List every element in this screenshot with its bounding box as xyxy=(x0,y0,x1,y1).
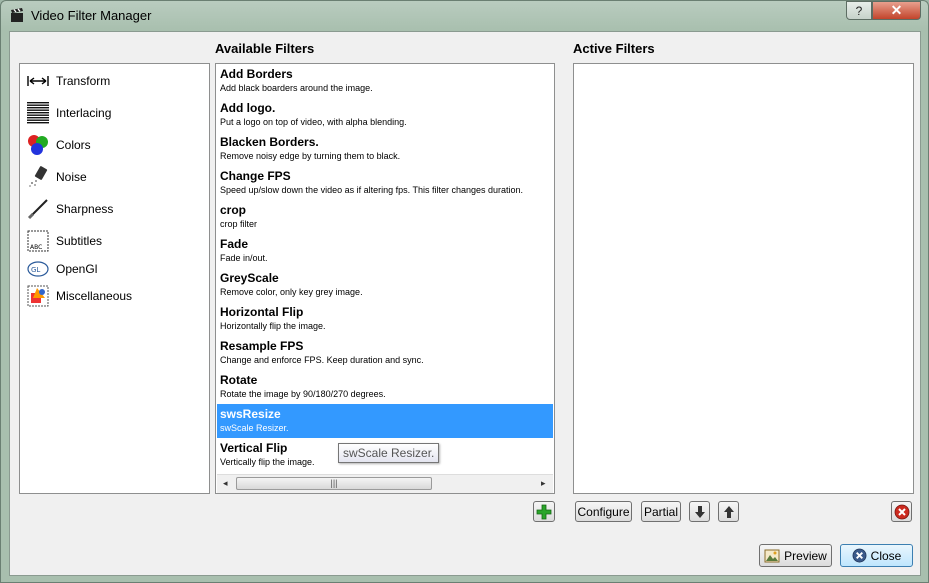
miscellaneous-icon xyxy=(26,284,50,308)
filter-description: Remove color, only key grey image. xyxy=(220,287,363,297)
filter-name: Add Borders xyxy=(220,67,293,81)
filter-name: GreyScale xyxy=(220,271,279,285)
category-miscellaneous[interactable]: Miscellaneous xyxy=(26,283,132,309)
category-subtitles[interactable]: ABC Subtitles xyxy=(26,228,102,254)
window-title: Video Filter Manager xyxy=(31,8,152,23)
active-filters-list[interactable] xyxy=(573,63,914,494)
preview-button[interactable]: Preview xyxy=(759,544,832,567)
horizontal-scrollbar[interactable]: ◂ ||| ▸ xyxy=(217,474,553,493)
filter-description: swScale Resizer. xyxy=(220,423,289,433)
filter-name: Rotate xyxy=(220,373,258,387)
filter-name: Resample FPS xyxy=(220,339,304,353)
available-filters-list[interactable]: Vertical Flip Vertically flip the image. s… xyxy=(215,63,555,494)
category-label: Noise xyxy=(56,170,87,184)
clapperboard-icon xyxy=(11,8,23,22)
configure-button[interactable]: Configure xyxy=(575,501,632,522)
filter-item[interactable]: swsResize swScale Resizer. xyxy=(217,404,553,438)
filter-description: Add black boarders around the image. xyxy=(220,83,373,93)
filter-description: Change and enforce FPS. Keep duration an… xyxy=(220,355,424,365)
remove-filter-button[interactable] xyxy=(891,501,912,522)
partial-button[interactable]: Partial xyxy=(641,501,681,522)
filter-name: Add logo. xyxy=(220,101,276,115)
category-label: Transform xyxy=(56,74,111,88)
active-filters-heading: Active Filters xyxy=(573,41,655,56)
help-button[interactable]: ? xyxy=(846,1,872,20)
arrow-down-icon xyxy=(694,505,705,518)
filter-description: Rotate the image by 90/180/270 degrees. xyxy=(220,389,386,399)
filter-description: Fade in/out. xyxy=(220,253,268,263)
filter-item[interactable]: Resample FPS Change and enforce FPS. Keep… xyxy=(217,336,553,370)
close-button[interactable]: Close xyxy=(840,544,913,567)
category-transform[interactable]: Transform xyxy=(26,68,110,94)
category-label: Colors xyxy=(56,138,91,152)
move-up-button[interactable] xyxy=(718,501,739,522)
svg-text:GL: GL xyxy=(31,266,40,274)
filter-item[interactable]: Fade Fade in/out. xyxy=(217,234,553,268)
close-button-label: Close xyxy=(870,548,902,563)
category-label: OpenGl xyxy=(56,262,98,276)
sharpness-icon xyxy=(26,197,50,221)
category-label: Interlacing xyxy=(56,106,112,120)
filter-item[interactable]: crop crop filter xyxy=(217,200,553,234)
title-bar[interactable]: Video Filter Manager ? ✕ xyxy=(1,1,928,31)
colors-icon xyxy=(26,133,50,157)
category-label: Miscellaneous xyxy=(56,289,133,303)
scrollbar-thumb[interactable]: ||| xyxy=(236,477,432,490)
scroll-left-arrow-icon[interactable]: ◂ xyxy=(223,478,228,489)
svg-text:ABC: ABC xyxy=(30,244,42,251)
add-plus-icon xyxy=(536,504,552,519)
filter-item[interactable]: Add Borders Add black boarders around the… xyxy=(217,64,553,98)
filter-name: Fade xyxy=(220,237,249,251)
category-noise[interactable]: Noise xyxy=(26,164,87,190)
subtitles-icon: ABC xyxy=(26,229,50,253)
filter-name: Change FPS xyxy=(220,169,291,183)
noise-icon xyxy=(26,165,50,189)
arrow-up-icon xyxy=(723,505,734,518)
category-label: Sharpness xyxy=(56,202,114,216)
remove-x-icon xyxy=(894,504,909,519)
preview-button-label: Preview xyxy=(784,548,827,563)
video-filter-manager-window: Video Filter Manager ? ✕ Available Filte… xyxy=(0,0,929,583)
opengl-icon: GL xyxy=(26,257,50,281)
close-circle-icon xyxy=(852,548,867,563)
filter-item[interactable]: GreyScale Remove color, only key grey ima… xyxy=(217,268,553,302)
category-sharpness[interactable]: Sharpness xyxy=(26,196,113,222)
available-filters-heading: Available Filters xyxy=(215,41,315,56)
transform-icon xyxy=(26,69,50,93)
filter-item[interactable]: Blacken Borders. Remove noisy edge by tur… xyxy=(217,132,553,166)
add-filter-button[interactable] xyxy=(533,501,555,522)
move-down-button[interactable] xyxy=(689,501,710,522)
category-label: Subtitles xyxy=(56,234,103,248)
filter-description: Remove noisy edge by turning them to bla… xyxy=(220,151,401,161)
filter-description: crop filter xyxy=(220,219,258,229)
filter-item[interactable]: Horizontal Flip Horizontally flip the ima… xyxy=(217,302,553,336)
window-close-button[interactable]: ✕ xyxy=(872,1,921,20)
filter-description: Horizontally flip the image. xyxy=(220,321,326,331)
filter-item[interactable]: Rotate Rotate the image by 90/180/270 deg… xyxy=(217,370,553,404)
dialog-body: Available Filters Active Filters Transfo… xyxy=(9,31,921,576)
filter-item[interactable]: Change FPS Speed up/slow down the video a… xyxy=(217,166,553,200)
filter-name: Blacken Borders. xyxy=(220,135,319,149)
category-opengl[interactable]: GL OpenGl xyxy=(26,256,97,282)
filter-name: swsResize xyxy=(220,407,281,421)
filter-description: Put a logo on top of video, with alpha b… xyxy=(220,117,407,127)
filter-description: Speed up/slow down the video as if alter… xyxy=(220,185,524,195)
filter-tooltip: swScale Resizer. xyxy=(338,443,440,463)
category-colors[interactable]: Colors xyxy=(26,132,91,158)
category-interlacing[interactable]: Interlacing xyxy=(26,100,111,126)
filter-name: crop xyxy=(220,203,247,217)
preview-image-icon xyxy=(764,549,780,562)
scroll-right-arrow-icon[interactable]: ▸ xyxy=(541,478,546,489)
filter-name: Horizontal Flip xyxy=(220,305,304,319)
filter-item[interactable]: Add logo. Put a logo on top of video, wit… xyxy=(217,98,553,132)
interlacing-icon xyxy=(26,101,50,125)
category-list[interactable]: Transform Interlacing Colors Noise Sharpness… xyxy=(19,63,210,494)
